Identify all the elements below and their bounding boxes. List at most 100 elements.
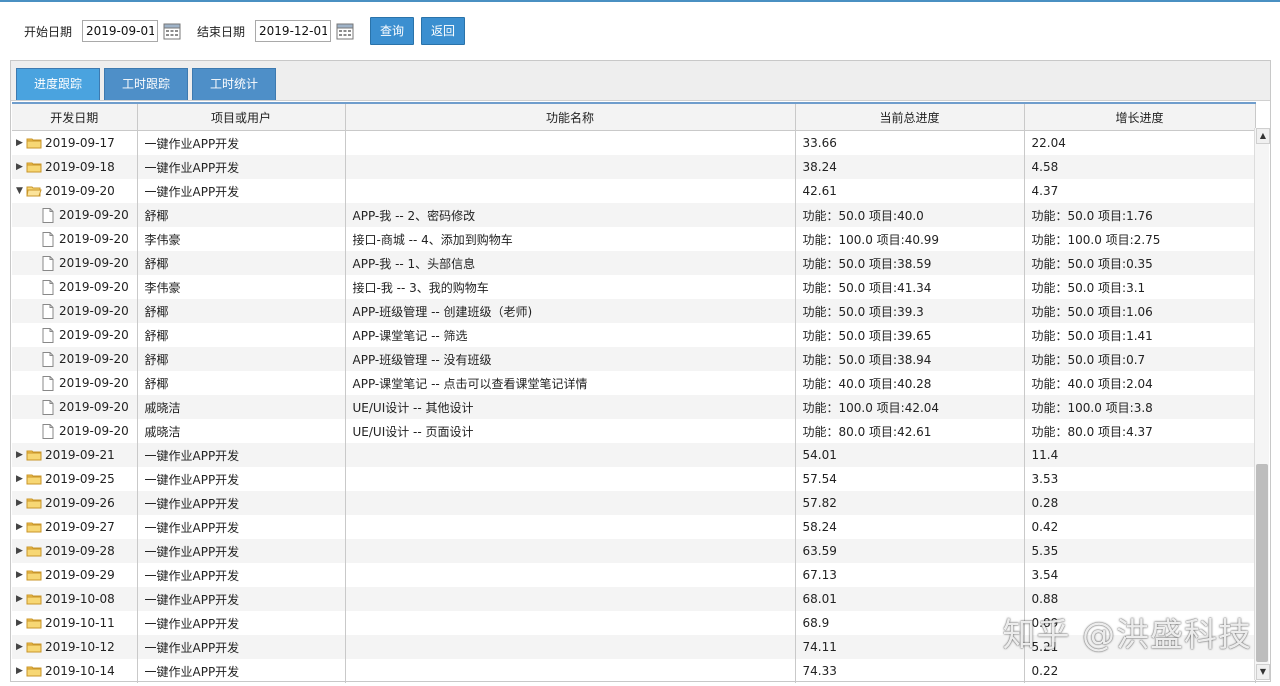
tab-progress-tracking[interactable]: 进度跟踪 bbox=[16, 68, 101, 100]
expand-arrow-down-icon[interactable]: ▼ bbox=[16, 186, 26, 196]
cell-growth-progress: 0.28 bbox=[1024, 491, 1256, 515]
column-header-feature-name[interactable]: 功能名称 bbox=[345, 102, 796, 131]
tree-group-row[interactable]: ▼ 2019-09-20 一键作业APP开发 42.61 4.37 bbox=[12, 179, 1256, 203]
cell-project-user: 一键作业APP开发 bbox=[137, 659, 346, 683]
cell-feature-name bbox=[345, 179, 796, 203]
cell-growth-progress: 4.37 bbox=[1024, 179, 1256, 203]
table-row[interactable]: 2019-09-20 李伟豪 接口-我 -- 3、我的购物车 功能：50.0 项目:4… bbox=[12, 275, 1256, 299]
tree-group-row[interactable]: ▶ 2019-09-29 一键作业APP开发 67.13 3.54 bbox=[12, 563, 1256, 587]
scroll-up-icon[interactable]: ▲ bbox=[1256, 128, 1270, 144]
cell-project-user: 一键作业APP开发 bbox=[137, 611, 346, 635]
expand-arrow-right-icon[interactable]: ▶ bbox=[16, 474, 26, 484]
cell-total-progress: 功能：50.0 项目:38.94 bbox=[795, 347, 1025, 371]
cell-dev-date: 2019-09-20 bbox=[12, 251, 138, 275]
expand-arrow-right-icon[interactable]: ▶ bbox=[16, 498, 26, 508]
cell-growth-progress: 5.35 bbox=[1024, 539, 1256, 563]
vertical-scrollbar[interactable]: ▲ ▼ bbox=[1254, 128, 1270, 680]
column-header-total-progress[interactable]: 当前总进度 bbox=[795, 102, 1025, 131]
cell-project-user: 一键作业APP开发 bbox=[137, 130, 346, 155]
cell-total-progress: 67.13 bbox=[795, 563, 1025, 587]
folder-open-icon bbox=[26, 186, 42, 197]
tab-hours-statistics[interactable]: 工时统计 bbox=[192, 68, 277, 100]
document-icon bbox=[42, 207, 54, 223]
column-header-dev-date[interactable]: 开发日期 bbox=[12, 102, 138, 131]
expand-arrow-right-icon[interactable]: ▶ bbox=[16, 546, 26, 556]
table-row[interactable]: 2019-09-20 舒椰 APP-我 -- 2、密码修改 功能：50.0 项目:40… bbox=[12, 203, 1256, 227]
cell-total-progress: 功能：50.0 项目:39.65 bbox=[795, 323, 1025, 347]
table-row[interactable]: 2019-09-20 戚晓洁 UE/UI设计 -- 页面设计 功能：80.0 项目:4… bbox=[12, 419, 1256, 443]
cell-feature-name bbox=[345, 467, 796, 491]
cell-total-progress: 42.61 bbox=[795, 179, 1025, 203]
tree-group-row[interactable]: ▶ 2019-09-28 一键作业APP开发 63.59 5.35 bbox=[12, 539, 1256, 563]
document-icon bbox=[42, 399, 54, 415]
dev-date: 2019-09-21 bbox=[45, 448, 115, 462]
cell-growth-progress: 功能：40.0 项目:2.04 bbox=[1024, 371, 1256, 395]
table-row[interactable]: 2019-09-20 舒椰 APP-班级管理 -- 创建班级（老师) 功能：50.0 … bbox=[12, 299, 1256, 323]
cell-total-progress: 38.24 bbox=[795, 155, 1025, 179]
scroll-down-icon[interactable]: ▼ bbox=[1256, 664, 1270, 680]
cell-growth-progress: 3.53 bbox=[1024, 467, 1256, 491]
cell-growth-progress: 功能：50.0 项目:0.7 bbox=[1024, 347, 1256, 371]
cell-growth-progress: 功能：50.0 项目:0.35 bbox=[1024, 251, 1256, 275]
folder-icon bbox=[26, 162, 42, 173]
tree-group-row[interactable]: ▶ 2019-09-25 一键作业APP开发 57.54 3.53 bbox=[12, 467, 1256, 491]
dev-date: 2019-09-20 bbox=[59, 208, 129, 222]
cell-project-user: 舒椰 bbox=[137, 323, 346, 347]
end-date-input[interactable] bbox=[255, 20, 332, 42]
tree-group-row[interactable]: ▶ 2019-09-27 一键作业APP开发 58.24 0.42 bbox=[12, 515, 1256, 539]
calendar-icon[interactable] bbox=[163, 22, 181, 40]
cell-project-user: 舒椰 bbox=[137, 203, 346, 227]
table-row[interactable]: 2019-09-20 舒椰 APP-班级管理 -- 没有班级 功能：50.0 项目:3… bbox=[12, 347, 1256, 371]
cell-project-user: 一键作业APP开发 bbox=[137, 587, 346, 611]
table-row[interactable]: 2019-09-20 李伟豪 接口-商城 -- 4、添加到购物车 功能：100.0 项… bbox=[12, 227, 1256, 251]
expand-arrow-right-icon[interactable]: ▶ bbox=[16, 570, 26, 580]
scroll-thumb[interactable] bbox=[1256, 464, 1268, 662]
table-row[interactable]: 2019-09-20 戚晓洁 UE/UI设计 -- 其他设计 功能：100.0 项目:… bbox=[12, 395, 1256, 419]
expand-arrow-right-icon[interactable]: ▶ bbox=[16, 450, 26, 460]
cell-dev-date: 2019-09-20 bbox=[12, 371, 138, 395]
cell-total-progress: 74.33 bbox=[795, 659, 1025, 683]
cell-total-progress: 57.82 bbox=[795, 491, 1025, 515]
start-date-input[interactable] bbox=[82, 20, 159, 42]
cell-total-progress: 功能：40.0 项目:40.28 bbox=[795, 371, 1025, 395]
cell-dev-date: 2019-09-20 bbox=[12, 299, 138, 323]
expand-arrow-right-icon[interactable]: ▶ bbox=[16, 138, 26, 148]
tree-group-row[interactable]: ▶ 2019-09-21 一键作业APP开发 54.01 11.4 bbox=[12, 443, 1256, 467]
table-row[interactable]: 2019-09-20 舒椰 APP-课堂笔记 -- 点击可以查看课堂笔记详情 功能：4… bbox=[12, 371, 1256, 395]
cell-project-user: 一键作业APP开发 bbox=[137, 491, 346, 515]
dev-date: 2019-09-20 bbox=[59, 400, 129, 414]
calendar-icon[interactable] bbox=[336, 22, 354, 40]
cell-dev-date: ▶ 2019-09-25 bbox=[12, 467, 138, 491]
expand-arrow-right-icon[interactable]: ▶ bbox=[16, 162, 26, 172]
tree-group-row[interactable]: ▶ 2019-09-26 一键作业APP开发 57.82 0.28 bbox=[12, 491, 1256, 515]
back-button[interactable]: 返回 bbox=[421, 17, 466, 45]
expand-arrow-right-icon[interactable]: ▶ bbox=[16, 666, 26, 676]
cell-feature-name bbox=[345, 443, 796, 467]
dev-date: 2019-09-20 bbox=[59, 352, 129, 366]
cell-total-progress: 功能：50.0 项目:38.59 bbox=[795, 251, 1025, 275]
dev-date: 2019-09-27 bbox=[45, 520, 115, 534]
cell-dev-date: ▶ 2019-10-08 bbox=[12, 587, 138, 611]
column-header-growth-progress[interactable]: 增长进度 bbox=[1024, 102, 1256, 131]
query-button[interactable]: 查询 bbox=[370, 17, 415, 45]
cell-project-user: 一键作业APP开发 bbox=[137, 155, 346, 179]
expand-arrow-right-icon[interactable]: ▶ bbox=[16, 618, 26, 628]
tree-group-row[interactable]: ▶ 2019-10-14 一键作业APP开发 74.33 0.22 bbox=[12, 659, 1256, 683]
table-row[interactable]: 2019-09-20 舒椰 APP-课堂笔记 -- 筛选 功能：50.0 项目:39.… bbox=[12, 323, 1256, 347]
tree-group-row[interactable]: ▶ 2019-09-17 一键作业APP开发 33.66 22.04 bbox=[12, 130, 1256, 155]
cell-dev-date: ▶ 2019-09-28 bbox=[12, 539, 138, 563]
dev-date: 2019-09-28 bbox=[45, 544, 115, 558]
cell-total-progress: 74.11 bbox=[795, 635, 1025, 659]
expand-arrow-right-icon[interactable]: ▶ bbox=[16, 594, 26, 604]
progress-panel: 进度跟踪 工时跟踪 工时统计 开发日期 项目或用户 功能名称 当前总进度 增长进… bbox=[10, 60, 1271, 683]
expand-arrow-right-icon[interactable]: ▶ bbox=[16, 522, 26, 532]
tab-hours-tracking[interactable]: 工时跟踪 bbox=[104, 68, 189, 100]
expand-arrow-right-icon[interactable]: ▶ bbox=[16, 642, 26, 652]
cell-dev-date: ▶ 2019-10-12 bbox=[12, 635, 138, 659]
table-row[interactable]: 2019-09-20 舒椰 APP-我 -- 1、头部信息 功能：50.0 项目:38… bbox=[12, 251, 1256, 275]
folder-icon bbox=[26, 498, 42, 509]
tree-group-row[interactable]: ▶ 2019-09-18 一键作业APP开发 38.24 4.58 bbox=[12, 155, 1256, 179]
column-header-project-user[interactable]: 项目或用户 bbox=[137, 102, 346, 131]
cell-feature-name: APP-我 -- 1、头部信息 bbox=[345, 251, 796, 275]
cell-dev-date: ▶ 2019-10-14 bbox=[12, 659, 138, 683]
